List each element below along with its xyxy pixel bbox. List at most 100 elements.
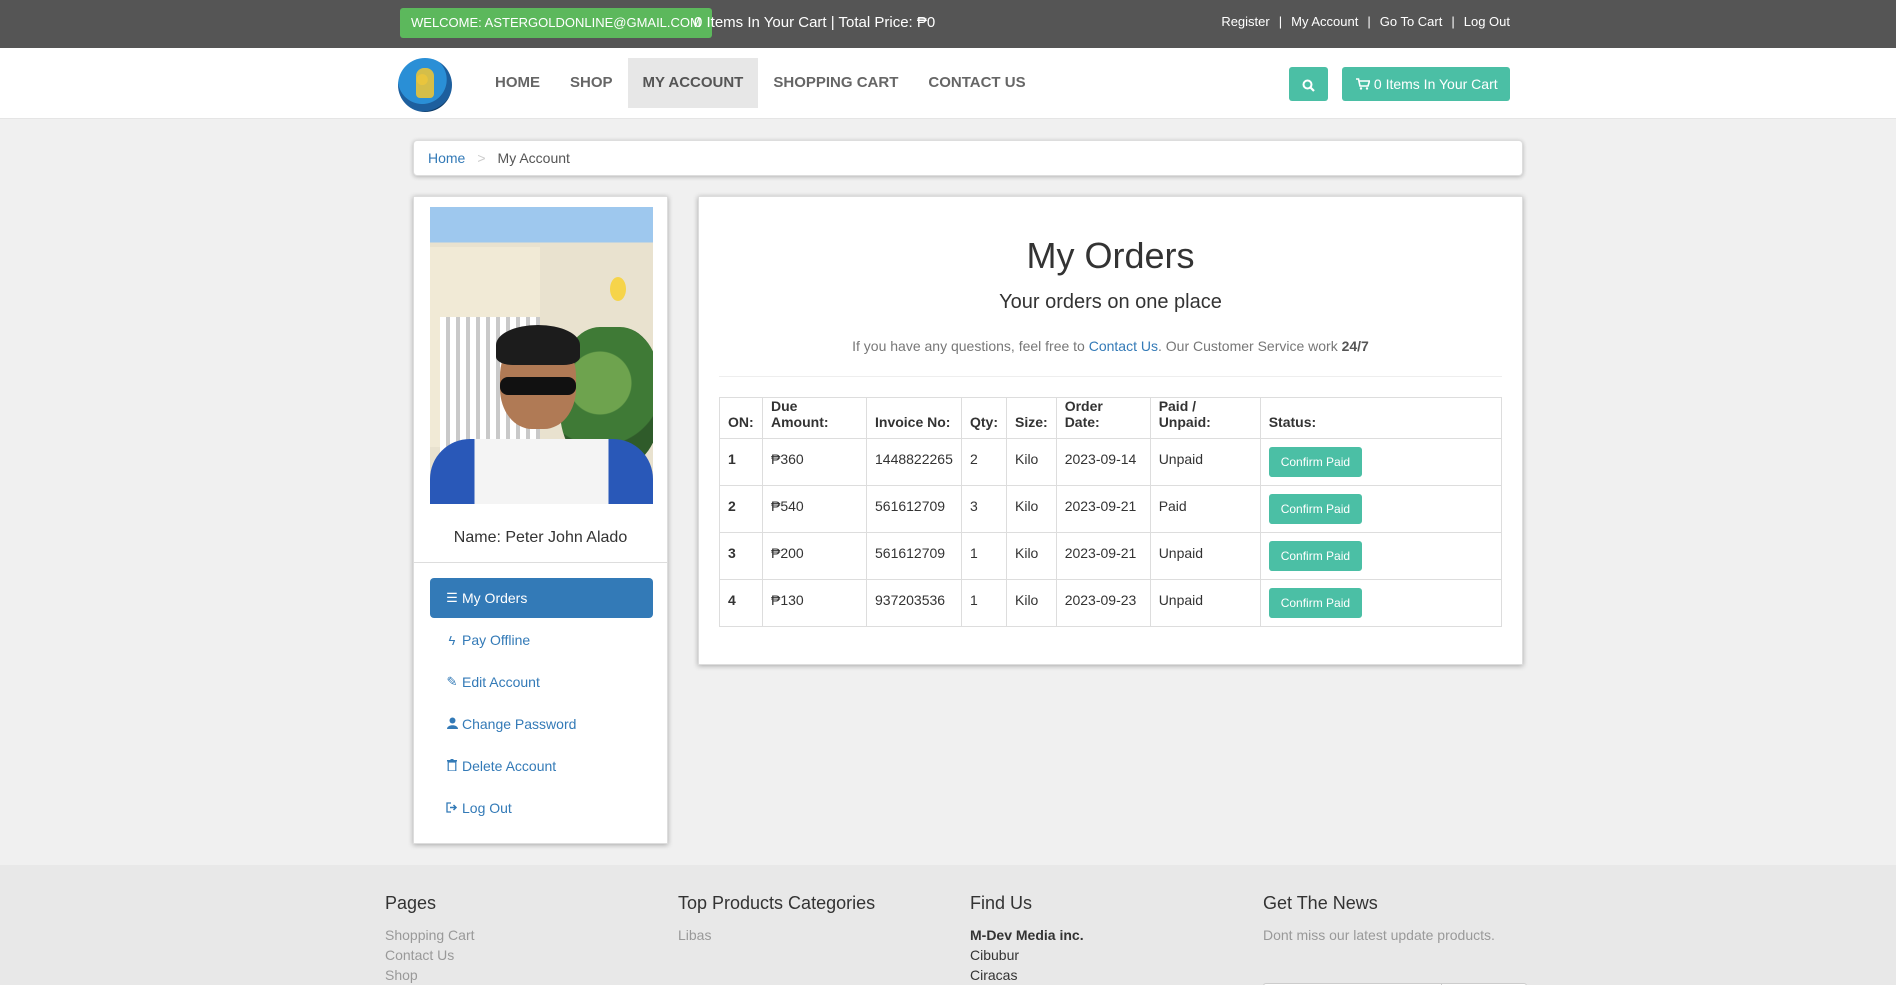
cell-invoice: 561612709 [866, 532, 962, 580]
main-navbar: HOME SHOP MY ACCOUNT SHOPPING CART CONTA… [0, 48, 1896, 119]
footer-link-contact-us[interactable]: Contact Us [385, 945, 475, 965]
shopping-cart-icon [1356, 78, 1371, 90]
cell-size: Kilo [1006, 485, 1057, 533]
cell-paid: Unpaid [1149, 532, 1261, 580]
footer-heading: Find Us [970, 893, 1033, 913]
breadcrumb-separator: > [477, 150, 486, 166]
menu-pay-offline[interactable]: ϟ Pay Offline [430, 620, 653, 660]
menu-change-password[interactable]: Change Password [430, 704, 653, 744]
footer-heading: Pages [385, 893, 437, 913]
bolt-icon: ϟ [448, 632, 456, 648]
cell-amount: ₱360 [762, 438, 867, 486]
breadcrumb-current: My Account [497, 150, 570, 166]
log-out-link[interactable]: Log Out [1464, 14, 1510, 29]
account-sidebar: Name: Peter John Alado ☰ My Orders ϟ Pay… [413, 196, 668, 844]
cell-qty: 1 [961, 532, 1007, 580]
cell-status: Confirm Paid [1259, 438, 1503, 486]
menu-label: Edit Account [462, 674, 540, 690]
site-footer: Pages Shopping Cart Contact Us Shop Top … [0, 865, 1896, 985]
table-row: 1 ₱360 1448822265 2 Kilo 2023-09-14 Unpa… [719, 438, 1503, 486]
register-link[interactable]: Register [1221, 14, 1269, 29]
list-icon: ☰ [446, 590, 458, 605]
cell-on: 3 [719, 532, 763, 580]
divider [414, 562, 667, 563]
divider [719, 376, 1502, 377]
nav-shop[interactable]: SHOP [555, 58, 628, 108]
col-header-amount: Due Amount: [762, 397, 867, 439]
menu-my-orders[interactable]: ☰ My Orders [430, 578, 653, 618]
customer-name: Name: Peter John Alado [453, 529, 628, 546]
separator: | [1278, 14, 1283, 29]
menu-label: Change Password [462, 716, 577, 732]
cell-date: 2023-09-21 [1055, 485, 1151, 533]
cell-on: 1 [719, 438, 763, 486]
footer-find-us: Find Us M-Dev Media inc. Cibubur Ciracas [970, 893, 1084, 985]
address-line: Cibubur [970, 947, 1020, 963]
cell-amount: ₱540 [762, 485, 867, 533]
search-icon [1302, 79, 1315, 92]
footer-link-libas[interactable]: Libas [678, 925, 875, 945]
cell-size: Kilo [1006, 532, 1057, 580]
menu-label: My Orders [462, 590, 528, 606]
logout-icon [444, 801, 460, 816]
menu-edit-account[interactable]: ✎ Edit Account [430, 662, 653, 702]
trash-icon [444, 758, 460, 774]
orders-panel: My Orders Your orders on one place If yo… [698, 196, 1523, 665]
breadcrumb-home[interactable]: Home [428, 150, 465, 166]
footer-link-shop[interactable]: Shop [385, 965, 475, 985]
top-links: Register | My Account | Go To Cart | Log Out [1221, 14, 1510, 29]
search-button[interactable] [1289, 67, 1328, 101]
cart-button[interactable]: 0 Items In Your Cart [1342, 67, 1510, 101]
account-menu: ☰ My Orders ϟ Pay Offline ✎ Edit Account… [430, 578, 653, 830]
cell-status: Confirm Paid [1259, 485, 1503, 533]
profile-photo [430, 207, 653, 504]
cart-summary: 0 Items In Your Cart | Total Price: ₱0 [694, 14, 936, 31]
menu-delete-account[interactable]: Delete Account [430, 746, 653, 786]
confirm-paid-button[interactable]: Confirm Paid [1268, 447, 1363, 477]
my-account-link[interactable]: My Account [1291, 14, 1358, 29]
footer-categories: Top Products Categories Libas [678, 893, 875, 945]
top-bar: WELCOME: ASTERGOLDONLINE@GMAIL.COM 0 Ite… [0, 0, 1896, 48]
confirm-paid-button[interactable]: Confirm Paid [1268, 588, 1363, 618]
note-hours: 24/7 [1341, 338, 1369, 354]
col-header-invoice: Invoice No: [866, 397, 962, 439]
cell-date: 2023-09-21 [1055, 532, 1151, 580]
nav-shopping-cart[interactable]: SHOPPING CART [758, 58, 913, 108]
company-name: M-Dev Media inc. [970, 927, 1084, 943]
breadcrumb: Home > My Account [413, 140, 1523, 176]
col-header-on: ON: [719, 397, 763, 439]
cell-size: Kilo [1006, 579, 1057, 627]
cell-status: Confirm Paid [1259, 532, 1503, 580]
footer-news: Get The News Dont miss our latest update… [1263, 893, 1527, 985]
confirm-paid-button[interactable]: Confirm Paid [1268, 541, 1363, 571]
nav-contact-us[interactable]: CONTACT US [913, 58, 1040, 108]
orders-table: ON: Due Amount: Invoice No: Qty: Size: O… [719, 397, 1503, 627]
confirm-paid-button[interactable]: Confirm Paid [1268, 494, 1363, 524]
table-row: 4 ₱130 937203536 1 Kilo 2023-09-23 Unpai… [719, 579, 1503, 627]
cell-qty: 3 [961, 485, 1007, 533]
nav-home[interactable]: HOME [480, 58, 555, 108]
cell-size: Kilo [1006, 438, 1057, 486]
go-to-cart-link[interactable]: Go To Cart [1380, 14, 1443, 29]
cell-paid: Unpaid [1149, 579, 1261, 627]
menu-log-out[interactable]: Log Out [430, 788, 653, 828]
cell-date: 2023-09-23 [1055, 579, 1151, 627]
pencil-icon: ✎ [446, 674, 458, 689]
footer-link-shopping-cart[interactable]: Shopping Cart [385, 925, 475, 945]
contact-us-link[interactable]: Contact Us [1089, 338, 1158, 354]
col-header-status: Status: [1259, 397, 1503, 439]
user-icon [444, 717, 460, 732]
col-header-paid: Paid / Unpaid: [1149, 397, 1261, 439]
site-logo[interactable] [398, 58, 452, 112]
welcome-badge: WELCOME: ASTERGOLDONLINE@GMAIL.COM [400, 8, 712, 38]
help-note: If you have any questions, feel free to … [699, 338, 1522, 354]
cell-invoice: 1448822265 [866, 438, 962, 486]
menu-label: Delete Account [462, 758, 557, 774]
note-prefix: If you have any questions, feel free to [852, 338, 1085, 354]
footer-pages: Pages Shopping Cart Contact Us Shop [385, 893, 475, 985]
table-header-row: ON: Due Amount: Invoice No: Qty: Size: O… [719, 397, 1503, 439]
table-row: 3 ₱200 561612709 1 Kilo 2023-09-21 Unpai… [719, 532, 1503, 580]
nav-my-account[interactable]: MY ACCOUNT [627, 58, 759, 108]
menu-label: Pay Offline [462, 632, 531, 648]
cell-date: 2023-09-14 [1055, 438, 1151, 486]
